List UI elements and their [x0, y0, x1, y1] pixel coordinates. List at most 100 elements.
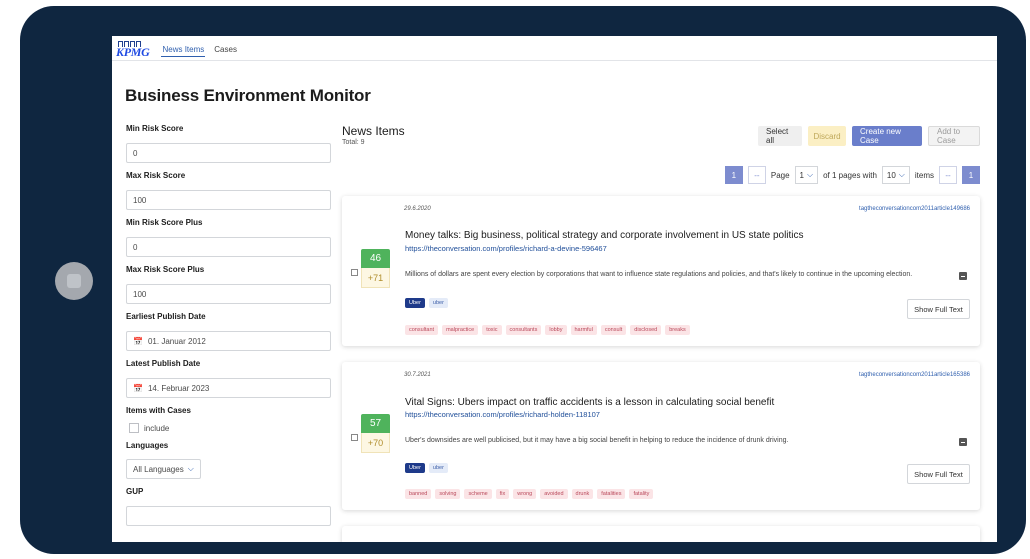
show-full-text-button[interactable]: Show Full Text: [907, 464, 970, 484]
items-label: items: [914, 170, 934, 180]
keyword-tag: toxic: [482, 325, 502, 335]
min-risk-score-input[interactable]: 0: [126, 143, 331, 163]
discard-button[interactable]: Discard: [808, 126, 846, 146]
keyword-tag: breaks: [665, 325, 690, 335]
keyword-tags: banned solving scheme fix wrong avoided …: [405, 489, 654, 499]
min-risk-score-plus-input[interactable]: 0: [126, 237, 331, 257]
keyword-tag: malpractice: [442, 325, 479, 335]
entity-tags: Uber uber: [405, 298, 448, 308]
page-select-value: 1: [799, 170, 804, 180]
news-source[interactable]: tagtheconversationcom2011article165386: [859, 372, 970, 378]
news-author-link[interactable]: https://theconversation.com/profiles/ric…: [405, 244, 607, 253]
gup-label: GUP: [126, 487, 144, 496]
news-title: Vital Signs: Ubers impact on traffic acc…: [405, 397, 775, 408]
languages-select[interactable]: All Languages ⌵: [126, 459, 201, 479]
risk-score: 46: [361, 249, 390, 268]
create-new-case-button[interactable]: Create new Case: [852, 126, 922, 146]
tablet-frame: KPMG News Items Cases Business Environme…: [20, 6, 1026, 554]
max-risk-score-plus-value: 100: [133, 289, 147, 299]
news-card: [342, 526, 980, 542]
min-risk-score-plus-label: Min Risk Score Plus: [126, 218, 203, 227]
entity-tag[interactable]: uber: [428, 298, 448, 308]
news-author-link[interactable]: https://theconversation.com/profiles/ric…: [405, 410, 600, 419]
news-card: 30.7.2021 tagtheconversationcom2011artic…: [342, 362, 980, 510]
tab-cases[interactable]: Cases: [209, 45, 242, 60]
page-select[interactable]: 1 ⌵: [794, 166, 819, 184]
keyword-tag: fix: [495, 489, 510, 499]
news-summary: Millions of dollars are spent every elec…: [405, 271, 913, 278]
collapse-icon[interactable]: [959, 438, 967, 446]
include-cases-checkbox[interactable]: [129, 423, 139, 433]
earliest-publish-date-value: 01. Januar 2012: [147, 336, 206, 346]
add-to-case-button[interactable]: Add to Case: [928, 126, 980, 146]
first-page-button[interactable]: 1: [724, 166, 743, 184]
earliest-publish-date-label: Earliest Publish Date: [126, 312, 206, 321]
calendar-icon: 📅: [133, 383, 143, 393]
news-actions: Select all Discard Create new Case Add t…: [758, 126, 980, 146]
news-summary: Uber's downsides are well publicised, bu…: [405, 437, 789, 444]
entity-tag[interactable]: Uber: [405, 298, 425, 308]
latest-publish-date-value: 14. Februar 2023: [147, 383, 210, 393]
keyword-tag: consultants: [505, 325, 542, 335]
page-label: Page: [770, 170, 790, 180]
keyword-tag: disclosed: [630, 325, 662, 335]
chevron-down-icon: ⌵: [898, 170, 905, 179]
max-risk-score-value: 100: [133, 195, 147, 205]
page-title: Business Environment Monitor: [125, 86, 371, 105]
keyword-tag: fatality: [629, 489, 654, 499]
items-with-cases-label: Items with Cases: [126, 406, 191, 415]
keyword-tag: consultant: [405, 325, 439, 335]
max-risk-score-plus-input[interactable]: 100: [126, 284, 331, 304]
min-risk-score-label: Min Risk Score: [126, 124, 184, 133]
of-pages-label: of 1 pages with: [823, 170, 877, 180]
keyword-tag: consult: [600, 325, 627, 335]
max-risk-score-input[interactable]: 100: [126, 190, 331, 210]
top-navigation: KPMG News Items Cases: [112, 36, 997, 61]
keyword-tag: avoided: [540, 489, 568, 499]
filter-sidebar: Min Risk Score 0 Max Risk Score 100 Min …: [126, 124, 331, 534]
gup-input[interactable]: [126, 506, 331, 526]
prev-page-button[interactable]: --: [747, 166, 766, 184]
home-button[interactable]: [55, 262, 93, 300]
risk-score-plus: +70: [361, 433, 390, 453]
earliest-publish-date-input[interactable]: 📅 01. Januar 2012: [126, 331, 331, 351]
collapse-icon[interactable]: [959, 272, 967, 280]
news-card: 29.6.2020 tagtheconversationcom2011artic…: [342, 196, 980, 346]
keyword-tag: scheme: [464, 489, 492, 499]
risk-score-block: 46 +71: [361, 249, 390, 288]
news-select-checkbox[interactable]: [351, 434, 358, 441]
entity-tags: Uber uber: [405, 463, 448, 473]
news-source[interactable]: tagtheconversationcom2011article149686: [859, 206, 970, 212]
max-risk-score-plus-label: Max Risk Score Plus: [126, 265, 205, 274]
keyword-tag: fatalities: [597, 489, 626, 499]
news-date: 29.6.2020: [404, 206, 431, 212]
chevron-down-icon: ⌵: [807, 170, 814, 179]
per-page-select[interactable]: 10 ⌵: [881, 166, 910, 184]
kpmg-logo[interactable]: KPMG: [116, 41, 150, 59]
per-page-value: 10: [886, 170, 896, 180]
calendar-icon: 📅: [133, 336, 143, 346]
entity-tag[interactable]: Uber: [405, 463, 425, 473]
keyword-tag: drunk: [571, 489, 594, 499]
news-date: 30.7.2021: [404, 372, 431, 378]
keyword-tag: wrong: [513, 489, 537, 499]
show-full-text-button[interactable]: Show Full Text: [907, 299, 970, 319]
risk-score-plus: +71: [361, 268, 390, 288]
keyword-tag: banned: [405, 489, 432, 499]
include-cases-row: include: [129, 423, 331, 433]
risk-score-block: 57 +70: [361, 414, 390, 453]
latest-publish-date-input[interactable]: 📅 14. Februar 2023: [126, 378, 331, 398]
news-select-checkbox[interactable]: [351, 269, 358, 276]
pagination: 1 -- Page 1 ⌵ of 1 pages with 10 ⌵ items…: [724, 166, 980, 184]
entity-tag[interactable]: uber: [428, 463, 448, 473]
last-page-button[interactable]: 1: [962, 166, 980, 184]
tab-news-items[interactable]: News Items: [157, 45, 209, 60]
logo-text: KPMG: [116, 45, 150, 59]
risk-score: 57: [361, 414, 390, 433]
keyword-tags: consultant malpractice toxic consultants…: [405, 325, 690, 335]
min-risk-score-plus-value: 0: [133, 242, 138, 252]
min-risk-score-value: 0: [133, 148, 138, 158]
select-all-button[interactable]: Select all: [758, 126, 802, 146]
next-page-button[interactable]: --: [939, 166, 957, 184]
chevron-down-icon: ⌵: [187, 464, 194, 473]
